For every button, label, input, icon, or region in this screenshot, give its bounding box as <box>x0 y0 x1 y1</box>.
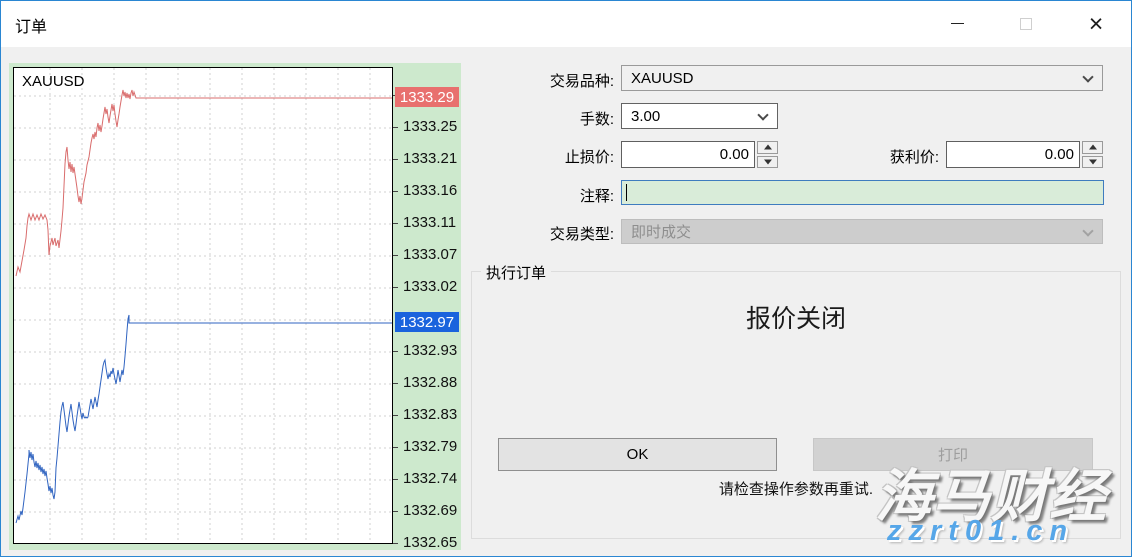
scale-tick-label: 1332.65 <box>403 534 457 550</box>
trade-type-label: 交易类型: <box>451 223 614 244</box>
tick-chart-svg <box>14 68 392 543</box>
trade-type-select: 即时成交 <box>621 219 1103 244</box>
stoploss-increment-button[interactable] <box>757 141 778 154</box>
window-title: 订单 <box>15 13 47 37</box>
price-scale: 1333.301333.251333.211333.161333.111333.… <box>393 63 461 550</box>
scale-tickmark <box>393 191 398 192</box>
trade-type-value: 即时成交 <box>631 221 691 242</box>
volume-label: 手数: <box>451 108 614 129</box>
scale-tick-label: 1332.69 <box>403 502 457 519</box>
takeprofit-spinner: 0.00 <box>946 141 1103 168</box>
takeprofit-increment-button[interactable] <box>1082 141 1103 154</box>
close-icon: × <box>1089 14 1104 34</box>
scale-tick-label: 1333.16 <box>403 182 457 199</box>
comment-label: 注释: <box>451 185 614 206</box>
scale-tick-label: 1332.79 <box>403 438 457 455</box>
scale-tickmark <box>393 255 398 256</box>
scale-tickmark <box>393 415 398 416</box>
scale-tick-label: 1333.21 <box>403 150 457 167</box>
scale-tickmark <box>393 127 398 128</box>
scale-tick-label: 1332.93 <box>403 342 457 359</box>
maximize-icon <box>1020 18 1032 30</box>
symbol-select-value: XAUUSD <box>631 70 694 87</box>
chart-symbol-label: XAUUSD <box>22 73 85 90</box>
scale-tick-label: 1333.02 <box>403 278 457 295</box>
comment-input[interactable] <box>621 180 1104 205</box>
takeprofit-input[interactable]: 0.00 <box>946 141 1080 168</box>
scale-tick-label: 1333.11 <box>403 214 456 231</box>
tick-chart-plot: XAUUSD <box>13 67 393 544</box>
minimize-icon <box>951 23 964 24</box>
scale-tick-label: 1332.88 <box>403 374 457 391</box>
minimize-button[interactable] <box>934 8 980 39</box>
scale-tick-label: 1333.07 <box>403 246 457 263</box>
symbol-label: 交易品种: <box>451 70 614 91</box>
volume-select[interactable]: 3.00 <box>621 103 778 129</box>
maximize-button[interactable] <box>1003 8 1049 39</box>
scale-tick-label: 1332.83 <box>403 406 457 423</box>
scale-tickmark <box>393 479 398 480</box>
titlebar: 订单 × <box>1 1 1131 47</box>
scale-tick-label: 1332.74 <box>403 470 457 487</box>
stoploss-input[interactable]: 0.00 <box>621 141 755 168</box>
stoploss-spinner: 0.00 <box>621 141 778 168</box>
text-caret <box>626 184 627 201</box>
scale-tick-label: 1333.25 <box>403 118 457 135</box>
scale-tickmark <box>393 383 398 384</box>
scale-tickmark <box>393 511 398 512</box>
tick-chart-panel: XAUUSD 1333.301333.251333.211333.161333.… <box>9 63 461 550</box>
chevron-down-icon <box>1082 71 1093 82</box>
chevron-down-icon <box>757 109 768 120</box>
takeprofit-label: 获利价: <box>776 146 939 167</box>
chevron-down-icon <box>1082 225 1093 236</box>
close-button[interactable]: × <box>1073 8 1119 39</box>
volume-select-value: 3.00 <box>631 108 660 125</box>
watermark-site: zzrt01.cn <box>887 515 1074 548</box>
execution-group-title: 执行订单 <box>481 262 551 283</box>
scale-tickmark <box>393 159 398 160</box>
bid-price-badge: 1332.97 <box>395 312 459 332</box>
scale-tickmark <box>393 351 398 352</box>
takeprofit-decrement-button[interactable] <box>1082 156 1103 169</box>
stoploss-label: 止损价: <box>451 146 614 167</box>
scale-tickmark <box>393 543 398 544</box>
symbol-select[interactable]: XAUUSD <box>621 65 1103 91</box>
scale-tickmark <box>393 287 398 288</box>
ask-price-badge: 1333.29 <box>395 87 459 107</box>
stoploss-decrement-button[interactable] <box>757 156 778 169</box>
quotes-closed-message: 报价关闭 <box>471 299 1121 335</box>
ok-button[interactable]: OK <box>498 438 777 471</box>
scale-tickmark <box>393 223 398 224</box>
scale-tickmark <box>393 447 398 448</box>
order-dialog-window: 订单 × XAUUSD 1333.301333.251333.211333.16… <box>0 0 1132 557</box>
